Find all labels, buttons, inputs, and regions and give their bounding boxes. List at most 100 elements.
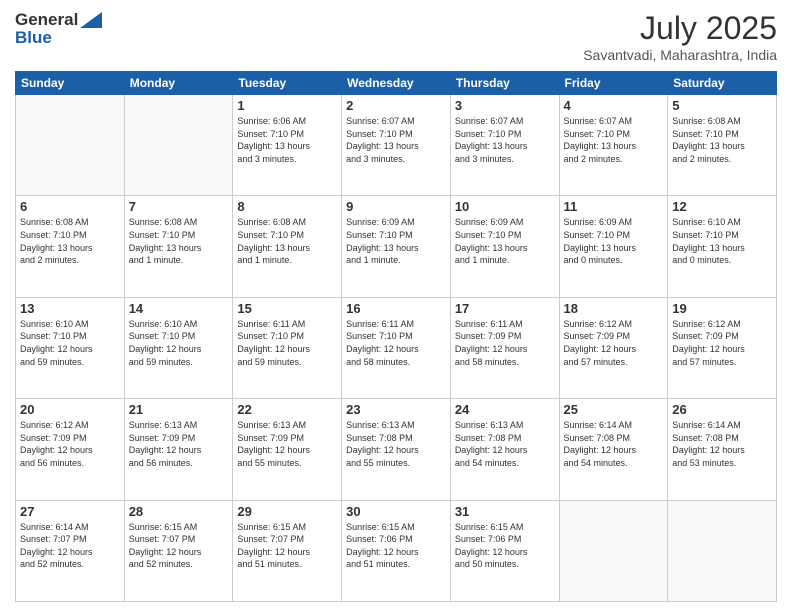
calendar-cell: 4 Sunrise: 6:07 AM Sunset: 7:10 PM Daylig… — [559, 95, 668, 196]
calendar-cell — [668, 500, 777, 601]
day-number: 6 — [20, 199, 120, 214]
day-number: 2 — [346, 98, 446, 113]
day-number: 14 — [129, 301, 229, 316]
calendar-cell: 1Sunrise: 6:06 AM Sunset: 7:10 PM Daylig… — [233, 95, 342, 196]
location: Savantvadi, Maharashtra, India — [583, 47, 777, 63]
calendar-cell: 11 Sunrise: 6:09 AM Sunset: 7:10 PM Dayli… — [559, 196, 668, 297]
day-number: 24 — [455, 402, 555, 417]
calendar-cell: 29 Sunrise: 6:15 AM Sunset: 7:07 PM Dayli… — [233, 500, 342, 601]
calendar-cell: 19 Sunrise: 6:12 AM Sunset: 7:09 PM Dayli… — [668, 297, 777, 398]
calendar-cell: 9Sunrise: 6:09 AM Sunset: 7:10 PM Daylig… — [342, 196, 451, 297]
day-info: Sunrise: 6:06 AM Sunset: 7:10 PM Dayligh… — [237, 115, 337, 165]
day-info: Sunrise: 6:13 AM Sunset: 7:09 PM Dayligh… — [237, 419, 337, 469]
day-info: Sunrise: 6:11 AM Sunset: 7:10 PM Dayligh… — [346, 318, 446, 368]
day-number: 8 — [237, 199, 337, 214]
day-info: Sunrise: 6:09 AM Sunset: 7:10 PM Dayligh… — [564, 216, 664, 266]
calendar-cell: 12Sunrise: 6:10 AM Sunset: 7:10 PM Dayli… — [668, 196, 777, 297]
day-info: Sunrise: 6:10 AM Sunset: 7:10 PM Dayligh… — [20, 318, 120, 368]
month-title: July 2025 — [583, 10, 777, 47]
day-info: Sunrise: 6:11 AM Sunset: 7:10 PM Dayligh… — [237, 318, 337, 368]
calendar-header-row: SundayMondayTuesdayWednesdayThursdayFrid… — [16, 72, 777, 95]
day-info: Sunrise: 6:08 AM Sunset: 7:10 PM Dayligh… — [237, 216, 337, 266]
day-number: 16 — [346, 301, 446, 316]
logo-icon — [80, 12, 102, 28]
day-number: 19 — [672, 301, 772, 316]
day-number: 27 — [20, 504, 120, 519]
day-info: Sunrise: 6:13 AM Sunset: 7:08 PM Dayligh… — [346, 419, 446, 469]
calendar-cell: 8 Sunrise: 6:08 AM Sunset: 7:10 PM Daylig… — [233, 196, 342, 297]
calendar-week-row: 20 Sunrise: 6:12 AM Sunset: 7:09 PM Dayli… — [16, 399, 777, 500]
page: General Blue July 2025 Savantvadi, Mahar… — [0, 0, 792, 612]
day-info: Sunrise: 6:12 AM Sunset: 7:09 PM Dayligh… — [20, 419, 120, 469]
calendar-cell: 23Sunrise: 6:13 AM Sunset: 7:08 PM Dayli… — [342, 399, 451, 500]
day-info: Sunrise: 6:08 AM Sunset: 7:10 PM Dayligh… — [672, 115, 772, 165]
calendar-cell: 25Sunrise: 6:14 AM Sunset: 7:08 PM Dayli… — [559, 399, 668, 500]
day-info: Sunrise: 6:14 AM Sunset: 7:08 PM Dayligh… — [672, 419, 772, 469]
calendar-cell: 18 Sunrise: 6:12 AM Sunset: 7:09 PM Dayli… — [559, 297, 668, 398]
calendar-cell: 20 Sunrise: 6:12 AM Sunset: 7:09 PM Dayli… — [16, 399, 125, 500]
calendar-cell: 22 Sunrise: 6:13 AM Sunset: 7:09 PM Dayli… — [233, 399, 342, 500]
calendar-cell: 2 Sunrise: 6:07 AM Sunset: 7:10 PM Daylig… — [342, 95, 451, 196]
day-number: 15 — [237, 301, 337, 316]
day-info: Sunrise: 6:10 AM Sunset: 7:10 PM Dayligh… — [129, 318, 229, 368]
header: General Blue July 2025 Savantvadi, Mahar… — [15, 10, 777, 63]
day-info: Sunrise: 6:14 AM Sunset: 7:07 PM Dayligh… — [20, 521, 120, 571]
day-info: Sunrise: 6:08 AM Sunset: 7:10 PM Dayligh… — [20, 216, 120, 266]
calendar-cell: 16 Sunrise: 6:11 AM Sunset: 7:10 PM Dayli… — [342, 297, 451, 398]
day-number: 20 — [20, 402, 120, 417]
day-info: Sunrise: 6:12 AM Sunset: 7:09 PM Dayligh… — [564, 318, 664, 368]
logo-blue: Blue — [15, 28, 102, 48]
day-info: Sunrise: 6:14 AM Sunset: 7:08 PM Dayligh… — [564, 419, 664, 469]
calendar-cell: 6 Sunrise: 6:08 AM Sunset: 7:10 PM Daylig… — [16, 196, 125, 297]
day-number: 29 — [237, 504, 337, 519]
calendar-cell: 21 Sunrise: 6:13 AM Sunset: 7:09 PM Dayli… — [124, 399, 233, 500]
weekday-header: Sunday — [16, 72, 125, 95]
calendar-cell: 17Sunrise: 6:11 AM Sunset: 7:09 PM Dayli… — [450, 297, 559, 398]
weekday-header: Wednesday — [342, 72, 451, 95]
day-info: Sunrise: 6:12 AM Sunset: 7:09 PM Dayligh… — [672, 318, 772, 368]
calendar-week-row: 1Sunrise: 6:06 AM Sunset: 7:10 PM Daylig… — [16, 95, 777, 196]
calendar-week-row: 13Sunrise: 6:10 AM Sunset: 7:10 PM Dayli… — [16, 297, 777, 398]
weekday-header: Tuesday — [233, 72, 342, 95]
calendar-cell: 30 Sunrise: 6:15 AM Sunset: 7:06 PM Dayli… — [342, 500, 451, 601]
day-number: 30 — [346, 504, 446, 519]
calendar-table: SundayMondayTuesdayWednesdayThursdayFrid… — [15, 71, 777, 602]
day-info: Sunrise: 6:07 AM Sunset: 7:10 PM Dayligh… — [455, 115, 555, 165]
day-info: Sunrise: 6:15 AM Sunset: 7:06 PM Dayligh… — [455, 521, 555, 571]
day-info: Sunrise: 6:15 AM Sunset: 7:07 PM Dayligh… — [129, 521, 229, 571]
day-info: Sunrise: 6:15 AM Sunset: 7:07 PM Dayligh… — [237, 521, 337, 571]
logo-general: General — [15, 10, 78, 29]
day-number: 18 — [564, 301, 664, 316]
day-info: Sunrise: 6:07 AM Sunset: 7:10 PM Dayligh… — [564, 115, 664, 165]
day-number: 26 — [672, 402, 772, 417]
calendar-cell: 15 Sunrise: 6:11 AM Sunset: 7:10 PM Dayli… — [233, 297, 342, 398]
calendar-cell: 28 Sunrise: 6:15 AM Sunset: 7:07 PM Dayli… — [124, 500, 233, 601]
calendar-cell: 27 Sunrise: 6:14 AM Sunset: 7:07 PM Dayli… — [16, 500, 125, 601]
calendar-week-row: 27 Sunrise: 6:14 AM Sunset: 7:07 PM Dayli… — [16, 500, 777, 601]
day-number: 21 — [129, 402, 229, 417]
day-number: 22 — [237, 402, 337, 417]
calendar-cell: 31 Sunrise: 6:15 AM Sunset: 7:06 PM Dayli… — [450, 500, 559, 601]
calendar-cell: 14 Sunrise: 6:10 AM Sunset: 7:10 PM Dayli… — [124, 297, 233, 398]
day-number: 11 — [564, 199, 664, 214]
day-number: 17 — [455, 301, 555, 316]
day-info: Sunrise: 6:13 AM Sunset: 7:09 PM Dayligh… — [129, 419, 229, 469]
day-number: 10 — [455, 199, 555, 214]
calendar-cell: 26 Sunrise: 6:14 AM Sunset: 7:08 PM Dayli… — [668, 399, 777, 500]
weekday-header: Monday — [124, 72, 233, 95]
day-info: Sunrise: 6:09 AM Sunset: 7:10 PM Dayligh… — [455, 216, 555, 266]
day-number: 3 — [455, 98, 555, 113]
calendar-cell: 3 Sunrise: 6:07 AM Sunset: 7:10 PM Daylig… — [450, 95, 559, 196]
day-info: Sunrise: 6:13 AM Sunset: 7:08 PM Dayligh… — [455, 419, 555, 469]
title-section: July 2025 Savantvadi, Maharashtra, India — [583, 10, 777, 63]
calendar-cell: 5Sunrise: 6:08 AM Sunset: 7:10 PM Daylig… — [668, 95, 777, 196]
day-info: Sunrise: 6:08 AM Sunset: 7:10 PM Dayligh… — [129, 216, 229, 266]
calendar-week-row: 6 Sunrise: 6:08 AM Sunset: 7:10 PM Daylig… — [16, 196, 777, 297]
day-number: 28 — [129, 504, 229, 519]
weekday-header: Friday — [559, 72, 668, 95]
day-number: 31 — [455, 504, 555, 519]
day-info: Sunrise: 6:15 AM Sunset: 7:06 PM Dayligh… — [346, 521, 446, 571]
calendar-cell: 7Sunrise: 6:08 AM Sunset: 7:10 PM Daylig… — [124, 196, 233, 297]
day-info: Sunrise: 6:07 AM Sunset: 7:10 PM Dayligh… — [346, 115, 446, 165]
day-number: 4 — [564, 98, 664, 113]
